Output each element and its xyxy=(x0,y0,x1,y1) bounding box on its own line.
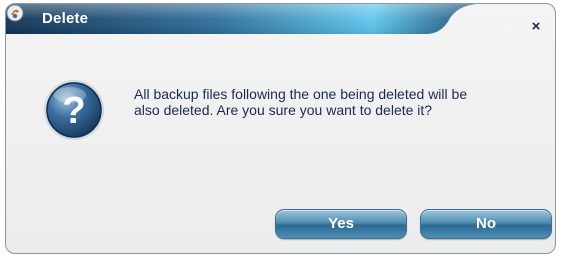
confirmation-message: All backup files following the one being… xyxy=(134,86,534,118)
yes-button[interactable]: Yes xyxy=(275,209,407,239)
close-icon[interactable]: × xyxy=(527,18,545,36)
question-icon: ? xyxy=(44,80,104,140)
question-glyph: ? xyxy=(62,90,85,132)
backup-app-icon xyxy=(6,4,24,22)
message-line-2: also deleted. Are you sure you want to d… xyxy=(134,102,433,118)
no-button[interactable]: No xyxy=(420,209,552,239)
delete-dialog: Delete × ? All backup files following th… xyxy=(5,3,556,254)
dialog-title: Delete xyxy=(42,10,89,27)
message-line-1: All backup files following the one being… xyxy=(134,86,468,102)
title-bar[interactable]: Delete xyxy=(6,4,476,36)
